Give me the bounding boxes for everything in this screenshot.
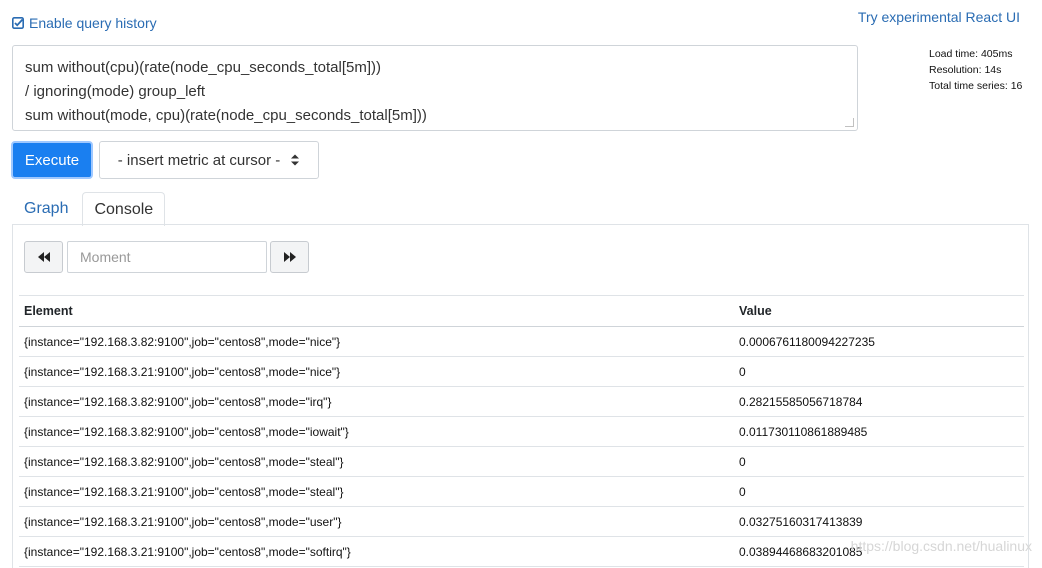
table-header-row: Element Value <box>19 295 1024 327</box>
query-stats: Load time: 405ms Resolution: 14s Total t… <box>929 46 1022 94</box>
row-value: 0.0006761180094227235 <box>734 326 1024 357</box>
total-time-series: Total time series: 16 <box>929 80 1023 92</box>
row-element: {instance="192.168.3.21:9100",job="cento… <box>19 476 734 507</box>
fast-forward-icon <box>283 252 296 262</box>
row-value: 0.03275160317413839 <box>734 506 1024 537</box>
resize-handle-icon[interactable] <box>845 118 854 127</box>
moment-forward-button[interactable] <box>270 241 309 273</box>
query-expression-input[interactable]: sum without(cpu)(rate(node_cpu_seconds_t… <box>12 45 858 131</box>
table-row: {instance="192.168.3.21:9100",job="cento… <box>19 356 1024 387</box>
select-updown-icon <box>291 154 300 166</box>
table-row: {instance="192.168.3.21:9100",job="cento… <box>19 476 1024 507</box>
try-react-ui-link[interactable]: Try experimental React UI <box>858 9 1020 25</box>
moment-input[interactable]: Moment <box>67 241 267 273</box>
checkbox-checked-icon[interactable] <box>12 17 24 29</box>
console-results-table: Element Value {instance="192.168.3.82:91… <box>19 295 1024 567</box>
table-row: {instance="192.168.3.82:9100",job="cento… <box>19 446 1024 477</box>
column-header-value: Value <box>734 295 1024 327</box>
tab-console[interactable]: Console <box>82 192 166 226</box>
enable-query-history-label: Enable query history <box>29 15 157 31</box>
row-element: {instance="192.168.3.82:9100",job="cento… <box>19 386 734 417</box>
table-row: {instance="192.168.3.82:9100",job="cento… <box>19 386 1024 417</box>
row-element: {instance="192.168.3.21:9100",job="cento… <box>19 356 734 387</box>
table-row: {instance="192.168.3.82:9100",job="cento… <box>19 416 1024 447</box>
resolution: Resolution: 14s <box>929 64 1002 76</box>
insert-metric-select[interactable]: - insert metric at cursor - <box>99 141 319 179</box>
console-panel: Moment Element Value {instance="192.168.… <box>12 224 1029 568</box>
row-element: {instance="192.168.3.82:9100",job="cento… <box>19 326 734 357</box>
watermark: https://blog.csdn.net/hualinux <box>850 538 1032 554</box>
row-value: 0.28215585056718784 <box>734 386 1024 417</box>
query-line: / ignoring(mode) group_left <box>25 83 206 100</box>
row-value: 0 <box>734 356 1024 387</box>
query-line: sum without(mode, cpu)(rate(node_cpu_sec… <box>25 107 427 124</box>
insert-metric-select-label: - insert metric at cursor - <box>117 151 281 169</box>
moment-back-button[interactable] <box>24 241 63 273</box>
row-element: {instance="192.168.3.21:9100",job="cento… <box>19 536 734 567</box>
query-line: sum without(cpu)(rate(node_cpu_seconds_t… <box>25 59 382 76</box>
row-element: {instance="192.168.3.21:9100",job="cento… <box>19 506 734 537</box>
rewind-icon <box>37 252 50 262</box>
row-element: {instance="192.168.3.82:9100",job="cento… <box>19 416 734 447</box>
column-header-element: Element <box>19 295 734 327</box>
row-value: 0 <box>734 476 1024 507</box>
enable-query-history-toggle[interactable]: Enable query history <box>12 15 157 31</box>
tab-graph[interactable]: Graph <box>12 191 80 225</box>
table-row: {instance="192.168.3.82:9100",job="cento… <box>19 326 1024 357</box>
row-value: 0 <box>734 446 1024 477</box>
view-tabs: Graph Console <box>12 189 167 226</box>
load-time: Load time: 405ms <box>929 48 1013 60</box>
execute-button[interactable]: Execute <box>11 141 93 179</box>
table-row: {instance="192.168.3.21:9100",job="cento… <box>19 506 1024 537</box>
row-value: 0.011730110861889485 <box>734 416 1024 447</box>
row-element: {instance="192.168.3.82:9100",job="cento… <box>19 446 734 477</box>
